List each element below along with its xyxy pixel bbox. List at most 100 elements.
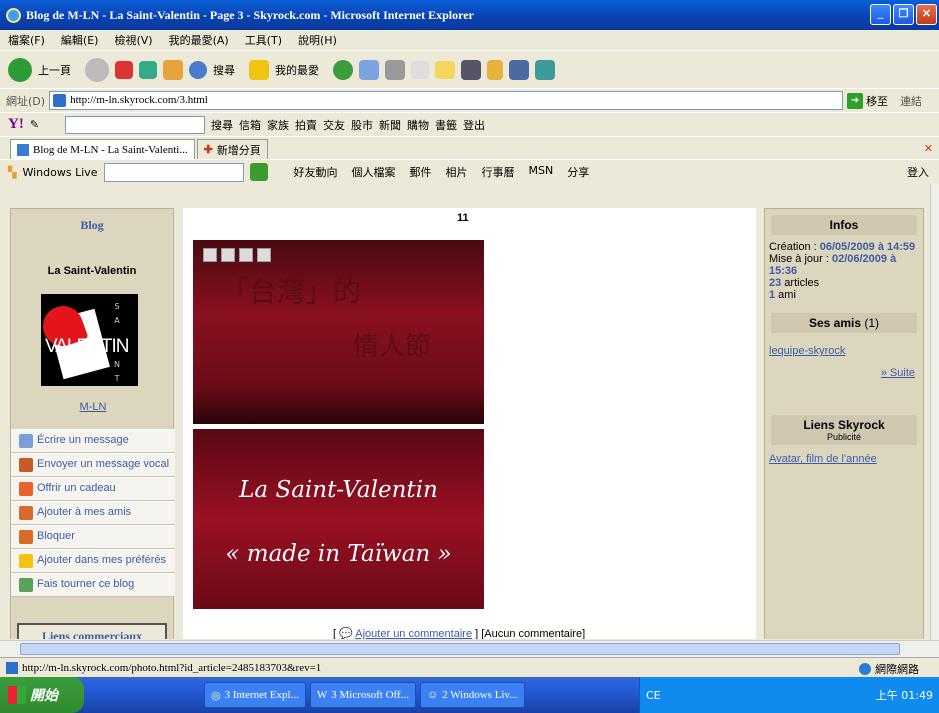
image-toolbar (203, 248, 271, 262)
yahoo-item-news[interactable]: 新聞 (379, 117, 401, 133)
vertical-scrollbar[interactable] (930, 184, 939, 640)
home-icon[interactable] (163, 59, 183, 80)
security-zone: 網際網路 (875, 664, 919, 676)
yahoo-logo-icon[interactable]: Y! (8, 116, 24, 133)
live-icon: ☺ (426, 689, 439, 701)
mail-icon[interactable] (359, 59, 379, 80)
post-image-1[interactable]: 「台灣」的 情人節 (193, 240, 484, 424)
yahoo-item-family[interactable]: 家族 (267, 117, 289, 133)
live-link-profile[interactable]: 個人檔案 (352, 164, 396, 180)
gift-icon (19, 482, 33, 496)
commercial-links[interactable]: Liens commerciaux (17, 623, 167, 639)
gift-item[interactable]: Offrir un cadeau (11, 477, 175, 501)
research-icon[interactable] (509, 59, 529, 80)
task-ie[interactable]: ◎ 3 Internet Expl... (204, 682, 306, 708)
blog-label[interactable]: Blog (11, 218, 173, 233)
star-icon (19, 554, 33, 568)
folder-icon[interactable] (257, 248, 271, 262)
print-icon[interactable] (221, 248, 235, 262)
maximize-button[interactable]: ❐ (893, 4, 914, 25)
history-icon[interactable] (333, 59, 353, 80)
add-friend-item[interactable]: Ajouter à mes amis (11, 501, 175, 525)
write-message-item[interactable]: Écrire un message (11, 429, 175, 453)
yahoo-item-logout[interactable]: 登出 (463, 117, 485, 133)
live-link-share[interactable]: 分享 (567, 164, 589, 180)
forward-icon[interactable] (85, 57, 109, 82)
links-label[interactable]: 連結 (900, 93, 922, 109)
live-link-calendar[interactable]: 行事曆 (482, 164, 515, 180)
yahoo-item-dating[interactable]: 交友 (323, 117, 345, 133)
live-search-icon[interactable] (249, 163, 268, 181)
windows-live-brand[interactable]: Windows Live (22, 166, 97, 179)
owner-link[interactable]: M-LN (11, 401, 175, 413)
favorites-star-icon[interactable] (249, 59, 269, 80)
go-button[interactable]: ➜ 移至 (847, 92, 888, 109)
task-windows-live[interactable]: ☺ 2 Windows Liv... (419, 682, 525, 708)
menu-edit[interactable]: 編輯(E) (61, 32, 99, 48)
yahoo-item-shopping[interactable]: 購物 (407, 117, 429, 133)
messenger-icon[interactable] (535, 59, 555, 80)
horizontal-scrollbar[interactable] (0, 640, 939, 657)
folder-icon[interactable] (435, 60, 455, 79)
search-button[interactable]: 搜尋 (213, 62, 235, 78)
post-area: 11 「台灣」的 情人節 La Saint-Valentin « made in… (183, 208, 756, 639)
address-input[interactable]: http://m-ln.skyrock.com/3.html (49, 91, 844, 110)
back-icon[interactable] (8, 57, 32, 82)
menu-view[interactable]: 檢視(V) (114, 32, 152, 48)
no-comment-text: [Aucun commentaire] (481, 628, 586, 639)
yahoo-item-auction[interactable]: 拍賣 (295, 117, 317, 133)
live-link-photos[interactable]: 相片 (446, 164, 468, 180)
live-link-friends[interactable]: 好友動向 (294, 164, 338, 180)
add-favorites-item[interactable]: Ajouter dans mes préférés (11, 549, 175, 573)
minimize-button[interactable]: _ (870, 4, 891, 25)
k-icon[interactable] (461, 59, 481, 80)
start-button[interactable]: 開始 (0, 677, 84, 713)
menu-tools[interactable]: 工具(T) (245, 32, 282, 48)
edit-icon[interactable] (411, 60, 429, 79)
voice-message-item[interactable]: Envoyer un message vocal (11, 453, 175, 477)
yahoo-item-bookmarks[interactable]: 書籤 (435, 117, 457, 133)
live-signin[interactable]: 登入 (907, 164, 929, 180)
pen-icon[interactable]: ✎ (30, 118, 39, 131)
rotate-blog-item[interactable]: Fais tourner ce blog (11, 573, 175, 597)
search-icon[interactable] (189, 60, 207, 79)
live-link-msn[interactable]: MSN (529, 164, 554, 180)
tab-active[interactable]: Blog de M-LN - La Saint-Valenti... (10, 139, 195, 159)
windows-live-toolbar: ▚ Windows Live 好友動向 個人檔案 郵件 相片 行事曆 MSN 分… (0, 159, 939, 184)
tab-label: Blog de M-LN - La Saint-Valenti... (33, 143, 188, 156)
yahoo-item-mail[interactable]: 信箱 (239, 117, 261, 133)
yahoo-item-stocks[interactable]: 股市 (351, 117, 373, 133)
close-tab-icon[interactable]: ✕ (924, 142, 933, 155)
yahoo-search-input[interactable] (65, 115, 206, 134)
add-comment-link[interactable]: Ajouter un commentaire (355, 628, 472, 639)
favorites-button[interactable]: 我的最愛 (275, 62, 319, 78)
menu-favorites[interactable]: 我的最愛(A) (169, 32, 229, 48)
live-search-input[interactable] (103, 162, 244, 182)
post-image-2[interactable]: La Saint-Valentin « made in Taïwan » (193, 429, 484, 609)
live-link-mail[interactable]: 郵件 (410, 164, 432, 180)
menu-help[interactable]: 說明(H) (298, 32, 337, 48)
taskbar: 開始 ◎ 3 Internet Expl... W3 Microsoft Off.… (0, 677, 939, 713)
page-icon (6, 661, 18, 674)
refresh-icon[interactable] (139, 60, 157, 79)
email-icon[interactable] (239, 248, 253, 262)
new-tab-button[interactable]: ✚ 新增分頁 (196, 139, 268, 159)
save-icon[interactable] (203, 248, 217, 262)
language-indicator[interactable]: CE (640, 689, 661, 702)
articles-count: 23 (769, 277, 782, 289)
task-office[interactable]: W3 Microsoft Off... (309, 682, 416, 708)
friend-link[interactable]: lequipe-skyrock (769, 345, 845, 357)
menu-file[interactable]: 檔案(F) (8, 32, 45, 48)
close-button[interactable]: ✕ (916, 4, 937, 25)
block-item[interactable]: Bloquer (11, 525, 175, 549)
pencil-icon[interactable] (487, 59, 503, 80)
suite-link[interactable]: » Suite (881, 367, 915, 379)
horizontal-scroll-thumb[interactable] (20, 643, 900, 655)
print-icon[interactable] (385, 59, 405, 80)
ad-link[interactable]: Avatar, film de l'année (769, 453, 877, 465)
back-button[interactable]: 上一頁 (38, 62, 71, 78)
stop-icon[interactable] (115, 60, 133, 79)
avatar[interactable]: VALENTIN S A N T (37, 294, 138, 386)
yahoo-search-button[interactable]: 搜尋 (211, 117, 233, 133)
tabs-bar: Blog de M-LN - La Saint-Valenti... ✚ 新增分… (0, 136, 939, 159)
